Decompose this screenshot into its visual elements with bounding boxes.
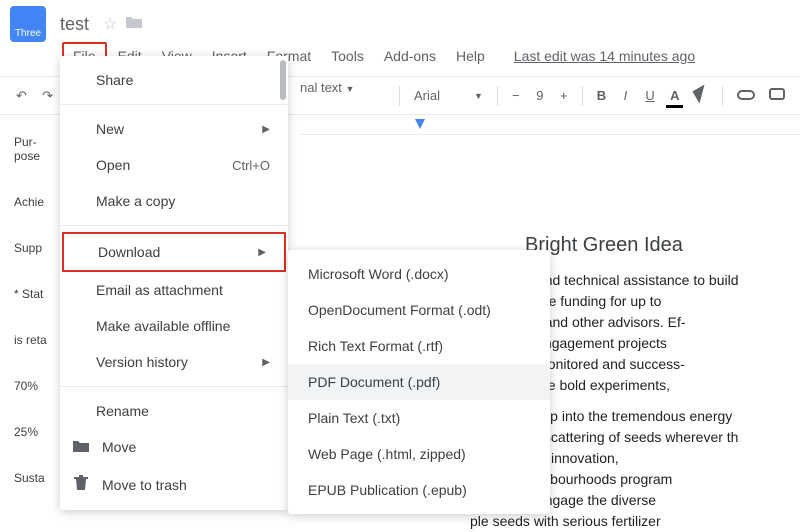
separator <box>497 86 498 106</box>
menu-tools[interactable]: Tools <box>322 44 373 68</box>
download-submenu: Microsoft Word (.docx) OpenDocument Form… <box>288 250 550 514</box>
docs-logo-icon[interactable]: Three <box>10 6 46 42</box>
download-docx[interactable]: Microsoft Word (.docx) <box>288 256 550 292</box>
file-menu-dropdown: Share New▶ OpenCtrl+O Make a copy Downlo… <box>60 56 288 510</box>
download-txt[interactable]: Plain Text (.txt) <box>288 400 550 436</box>
trash-icon <box>72 475 90 494</box>
font-dropdown[interactable]: Arial▼ <box>408 86 489 105</box>
move-folder-icon[interactable] <box>125 15 143 34</box>
highlight-button[interactable] <box>689 83 714 108</box>
outline-item[interactable]: Achie <box>14 195 60 209</box>
bold-button[interactable]: B <box>591 84 612 107</box>
outline-item[interactable]: Supp <box>14 241 60 255</box>
download-html[interactable]: Web Page (.html, zipped) <box>288 436 550 472</box>
menu-addons[interactable]: Add-ons <box>375 44 445 68</box>
separator <box>722 86 723 106</box>
menu-help[interactable]: Help <box>447 44 494 68</box>
doc-heading: Bright Green Idea <box>525 230 800 260</box>
italic-button[interactable]: I <box>615 84 635 107</box>
star-icon[interactable]: ☆ <box>103 14 117 34</box>
insert-comment-button[interactable] <box>763 84 790 107</box>
font-size-value[interactable]: 9 <box>530 84 550 107</box>
separator <box>582 86 583 106</box>
outline-item[interactable]: Pur- pose <box>14 135 60 163</box>
menu-separator <box>60 386 288 387</box>
doc-line: ple seeds with serious fertilizer <box>470 511 800 532</box>
text-color-button[interactable]: A <box>664 84 685 107</box>
redo-button[interactable]: ↷ <box>36 84 58 108</box>
outline-item[interactable]: * Stat <box>14 287 60 301</box>
outline-item[interactable]: is reta <box>14 333 60 347</box>
file-menu-offline[interactable]: Make available offline <box>60 308 288 344</box>
file-menu-trash[interactable]: Move to trash <box>60 465 288 504</box>
outline-item[interactable]: Susta <box>14 471 60 485</box>
file-menu-history[interactable]: Version history▶ <box>60 344 288 380</box>
submenu-arrow-icon: ▶ <box>258 247 266 258</box>
insert-link-button[interactable] <box>731 84 760 107</box>
download-pdf[interactable]: PDF Document (.pdf) <box>288 364 550 400</box>
download-rtf[interactable]: Rich Text Format (.rtf) <box>288 328 550 364</box>
outline-item[interactable]: 25% <box>14 425 60 439</box>
file-menu-copy[interactable]: Make a copy <box>60 183 288 219</box>
indent-marker-icon[interactable] <box>415 119 425 129</box>
file-menu-email[interactable]: Email as attachment <box>60 272 288 308</box>
download-odt[interactable]: OpenDocument Format (.odt) <box>288 292 550 328</box>
file-menu-new[interactable]: New▶ <box>60 111 288 147</box>
document-outline: Pur- pose Achie Supp * Stat is reta 70% … <box>0 135 60 517</box>
outline-item[interactable]: 70% <box>14 379 60 393</box>
separator <box>399 86 400 106</box>
file-menu-share[interactable]: Share <box>60 62 288 98</box>
link-icon <box>737 90 755 100</box>
file-menu-rename[interactable]: Rename <box>60 393 288 429</box>
folder-icon <box>72 439 90 455</box>
ruler[interactable] <box>300 115 800 135</box>
last-edit-link[interactable]: Last edit was 14 minutes ago <box>514 48 695 64</box>
font-size-increase[interactable]: + <box>554 84 574 107</box>
shortcut-label: Ctrl+O <box>232 158 270 173</box>
menu-separator <box>60 225 288 226</box>
highlight-icon <box>692 84 711 103</box>
file-menu-open[interactable]: OpenCtrl+O <box>60 147 288 183</box>
file-menu-download[interactable]: Download▶ <box>62 232 286 272</box>
menu-separator <box>60 104 288 105</box>
file-menu-move[interactable]: Move <box>60 429 288 465</box>
document-title[interactable]: test <box>54 12 95 37</box>
underline-button[interactable]: U <box>639 84 660 107</box>
undo-button[interactable]: ↶ <box>10 84 32 108</box>
paragraph-style-dropdown[interactable]: nal text ▼ <box>300 80 354 95</box>
font-size-decrease[interactable]: − <box>506 84 526 107</box>
submenu-arrow-icon: ▶ <box>262 357 270 368</box>
comment-icon <box>769 88 785 100</box>
submenu-arrow-icon: ▶ <box>262 124 270 135</box>
